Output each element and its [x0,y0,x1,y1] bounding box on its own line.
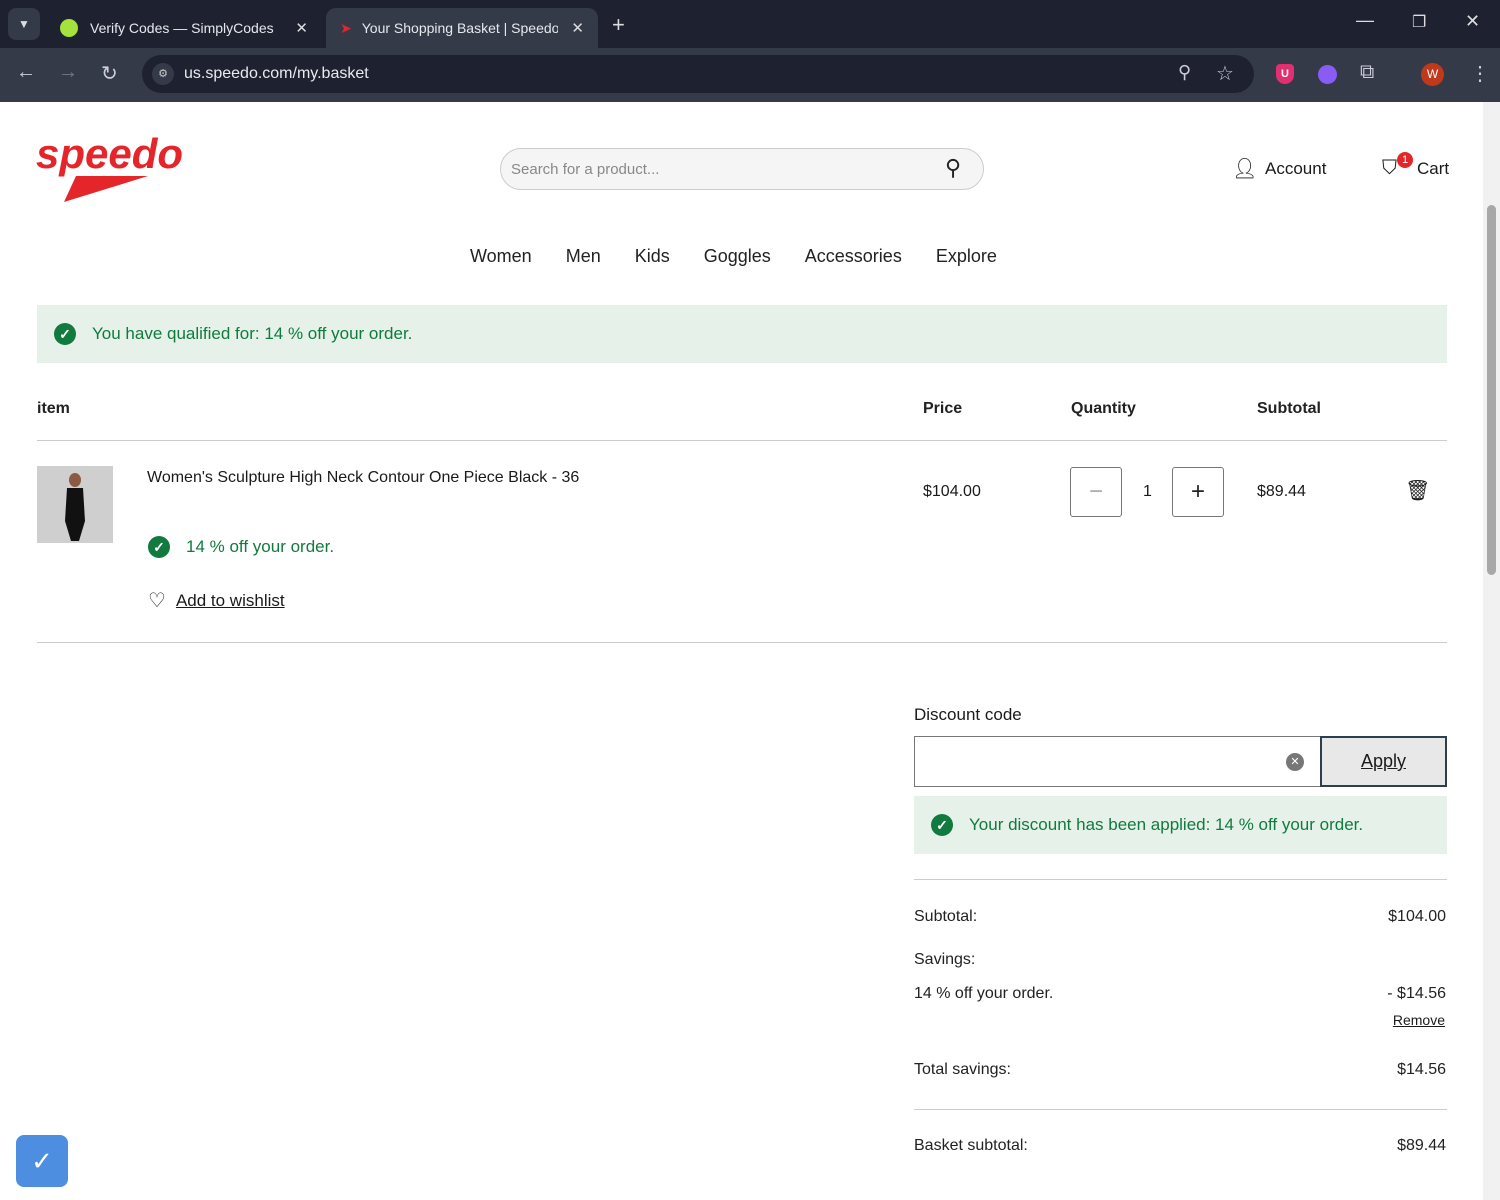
discount-applied-banner: ✓ Your discount has been applied: 14 % o… [914,796,1447,854]
basket-subtotal-label: Basket subtotal: [914,1137,1028,1154]
shield-extension-icon[interactable]: ✓ [16,1135,68,1187]
close-tab-icon[interactable]: ✕ [571,19,584,37]
remove-discount-link[interactable]: Remove [1393,1012,1445,1028]
check-circle-icon: ✓ [931,814,953,836]
heart-icon: ♡ [148,590,166,612]
restore-icon[interactable]: ❐ [1412,12,1426,32]
cart-link[interactable]: Cart [1417,159,1449,179]
qualified-message: You have qualified for: 14 % off your or… [92,324,413,343]
savings-label: Savings: [914,951,976,968]
quantity-value[interactable]: 1 [1143,483,1152,501]
saving-amount: - $14.56 [1387,985,1446,1002]
tab-search-button[interactable]: ▼ [8,8,40,40]
item-subtotal: $89.44 [1257,483,1306,500]
url-text: us.speedo.com/my.basket [184,65,369,82]
close-window-icon[interactable]: ✕ [1465,11,1480,32]
total-savings-value: $14.56 [1397,1061,1446,1078]
tab-speedo-basket[interactable]: ➤ Your Shopping Basket | Speedo ✕ [326,8,598,48]
reload-icon[interactable]: ↻ [101,61,118,86]
subtotal-label: Subtotal: [914,908,978,925]
nav-accessories[interactable]: Accessories [805,246,902,267]
search-input[interactable]: Search for a product... [500,148,984,190]
divider [37,642,1447,643]
basket-subtotal-value: $89.44 [1397,1137,1446,1154]
col-header-subtotal: Subtotal [1257,400,1321,417]
subtotal-value: $104.00 [1388,908,1446,925]
quantity-decrease-button[interactable]: − [1070,467,1122,517]
bookmark-star-icon[interactable]: ☆ [1216,61,1234,86]
nav-men[interactable]: Men [566,246,601,267]
forward-icon[interactable]: → [58,61,78,84]
extension-shield-icon[interactable]: U [1276,64,1294,84]
search-icon[interactable]: ⚲ [945,155,961,181]
tab-simplycodes[interactable]: Verify Codes — SimplyCodes ✕ [46,8,322,48]
apply-button[interactable]: Apply [1320,736,1447,787]
discount-code-input[interactable] [914,736,1321,787]
nav-women[interactable]: Women [470,246,532,267]
minimize-icon[interactable]: — [1356,10,1374,31]
tab-title: Your Shopping Basket | Speedo [361,20,558,36]
tab-title: Verify Codes — SimplyCodes [90,20,274,36]
extension-purple-icon[interactable] [1318,65,1337,84]
address-bar[interactable]: ⚙ us.speedo.com/my.basket [142,55,1254,93]
item-promo: ✓ 14 % off your order. [148,536,334,558]
clear-input-icon[interactable]: ✕ [1286,753,1304,771]
quantity-increase-button[interactable]: + [1172,467,1224,517]
product-name-link[interactable]: Women's Sculpture High Neck Contour One … [147,469,579,487]
total-savings-label: Total savings: [914,1061,1011,1078]
account-link[interactable]: Account [1265,159,1326,179]
item-price: $104.00 [923,483,981,500]
divider [914,879,1447,880]
saving-name: 14 % off your order. [914,985,1054,1002]
discount-applied-message: Your discount has been applied: 14 % off… [969,815,1364,834]
nav-explore[interactable]: Explore [936,246,997,267]
col-header-item: item [37,400,70,417]
close-tab-icon[interactable]: ✕ [295,19,308,37]
svg-text:speedo: speedo [36,132,183,177]
add-to-wishlist[interactable]: ♡ Add to wishlist [148,588,285,613]
scrollbar-thumb[interactable] [1487,205,1496,575]
cart-basket-icon[interactable]: ⛉ [1382,157,1397,180]
simplycodes-icon [60,19,78,37]
site-info-icon[interactable]: ⚙ [152,63,174,85]
profile-avatar[interactable]: W [1421,63,1444,86]
product-image[interactable] [37,466,113,543]
speedo-favicon-icon: ➤ [340,19,352,36]
discount-code-label: Discount code [914,705,1022,724]
extensions-puzzle-icon[interactable]: ⧉ [1360,61,1374,84]
wishlist-link[interactable]: Add to wishlist [176,591,285,611]
nav-goggles[interactable]: Goggles [704,246,771,267]
speedo-logo[interactable]: speedo [36,130,202,209]
new-tab-icon[interactable]: + [612,12,625,38]
nav-kids[interactable]: Kids [635,246,670,267]
cart-count-badge: 1 [1397,152,1413,168]
menu-kebab-icon[interactable]: ⋮ [1470,61,1490,86]
divider [37,440,1447,441]
back-icon[interactable]: ← [16,61,36,84]
account-icon[interactable]: 👤︎ [1232,156,1257,181]
main-nav: Women Men Kids Goggles Accessories Explo… [470,246,1031,267]
qualified-banner: ✓ You have qualified for: 14 % off your … [37,305,1447,363]
col-header-quantity: Quantity [1071,400,1136,417]
check-circle-icon: ✓ [148,536,170,558]
check-circle-icon: ✓ [54,323,76,345]
trash-icon[interactable]: 🗑︎ [1405,478,1430,503]
col-header-price: Price [923,400,963,417]
zoom-icon[interactable]: ⚲ [1178,62,1191,83]
item-promo-text: 14 % off your order. [186,537,335,556]
divider [914,1109,1447,1110]
